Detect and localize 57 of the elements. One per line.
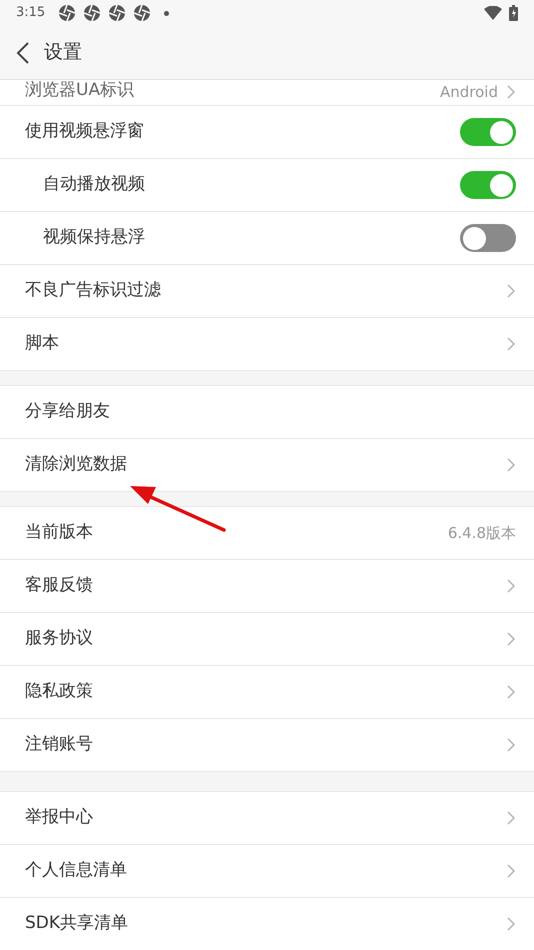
settings-row[interactable]: 服务协议	[0, 613, 534, 666]
toggle-switch[interactable]	[460, 171, 516, 199]
settings-row[interactable]: 浏览器UA标识 Android	[0, 80, 534, 106]
settings-row[interactable]: 清除浏览数据	[0, 439, 534, 492]
back-icon[interactable]	[16, 42, 30, 64]
settings-row[interactable]: 使用视频悬浮窗	[0, 106, 534, 159]
toggle-switch[interactable]	[460, 118, 516, 146]
setting-value: Android	[440, 82, 498, 102]
chevron-right-icon	[506, 810, 516, 826]
setting-label: SDK共享清单	[25, 912, 128, 936]
settings-row[interactable]: 隐私政策	[0, 666, 534, 719]
setting-label: 视频保持悬浮	[43, 226, 145, 250]
setting-label: 隐私政策	[25, 680, 93, 704]
settings-row[interactable]: SDK共享清单	[0, 898, 534, 950]
chevron-right-icon	[506, 578, 516, 594]
setting-label: 不良广告标识过滤	[25, 279, 161, 302]
battery-icon	[509, 5, 518, 21]
setting-value: 6.4.8版本	[448, 522, 516, 544]
chevron-right-icon	[506, 84, 516, 100]
chevron-right-icon	[506, 631, 516, 647]
setting-label: 举报中心	[25, 806, 93, 830]
setting-label: 分享给朋友	[25, 400, 110, 424]
setting-label: 客服反馈	[25, 574, 93, 598]
chevron-right-icon	[506, 336, 516, 352]
chevron-right-icon	[506, 283, 516, 299]
chevron-right-icon	[506, 457, 516, 473]
setting-label: 浏览器UA标识	[25, 78, 134, 102]
page-title: 设置	[44, 40, 82, 66]
wifi-icon	[484, 6, 502, 20]
settings-row[interactable]: 客服反馈	[0, 560, 534, 613]
setting-label: 注销账号	[25, 733, 93, 756]
settings-row[interactable]: 个人信息清单	[0, 845, 534, 898]
setting-label: 使用视频悬浮窗	[25, 120, 144, 144]
settings-row[interactable]: 视频保持悬浮	[0, 212, 534, 265]
setting-label: 清除浏览数据	[25, 453, 127, 476]
status-time: 3:15	[16, 4, 46, 22]
chevron-right-icon	[506, 737, 516, 753]
chevron-right-icon	[506, 863, 516, 879]
aperture-icon	[108, 4, 126, 22]
setting-label: 服务协议	[25, 627, 93, 650]
settings-row[interactable]: 不良广告标识过滤	[0, 265, 534, 318]
aperture-icon	[58, 4, 76, 22]
settings-row[interactable]: 注销账号	[0, 719, 534, 772]
settings-row[interactable]: 自动播放视频	[0, 159, 534, 212]
settings-row[interactable]: 分享给朋友	[0, 386, 534, 439]
chevron-right-icon	[506, 684, 516, 700]
aperture-icon	[83, 4, 102, 22]
settings-row[interactable]: 举报中心	[0, 792, 534, 845]
setting-label: 当前版本	[25, 521, 93, 544]
setting-label: 自动播放视频	[43, 173, 145, 196]
settings-row[interactable]: 当前版本 6.4.8版本	[0, 507, 534, 560]
toggle-switch[interactable]	[460, 224, 516, 252]
setting-label: 脚本	[25, 332, 59, 356]
setting-label: 个人信息清单	[25, 859, 127, 882]
aperture-icon	[133, 4, 152, 22]
settings-row[interactable]: 脚本	[0, 318, 534, 371]
chevron-right-icon	[506, 916, 516, 932]
